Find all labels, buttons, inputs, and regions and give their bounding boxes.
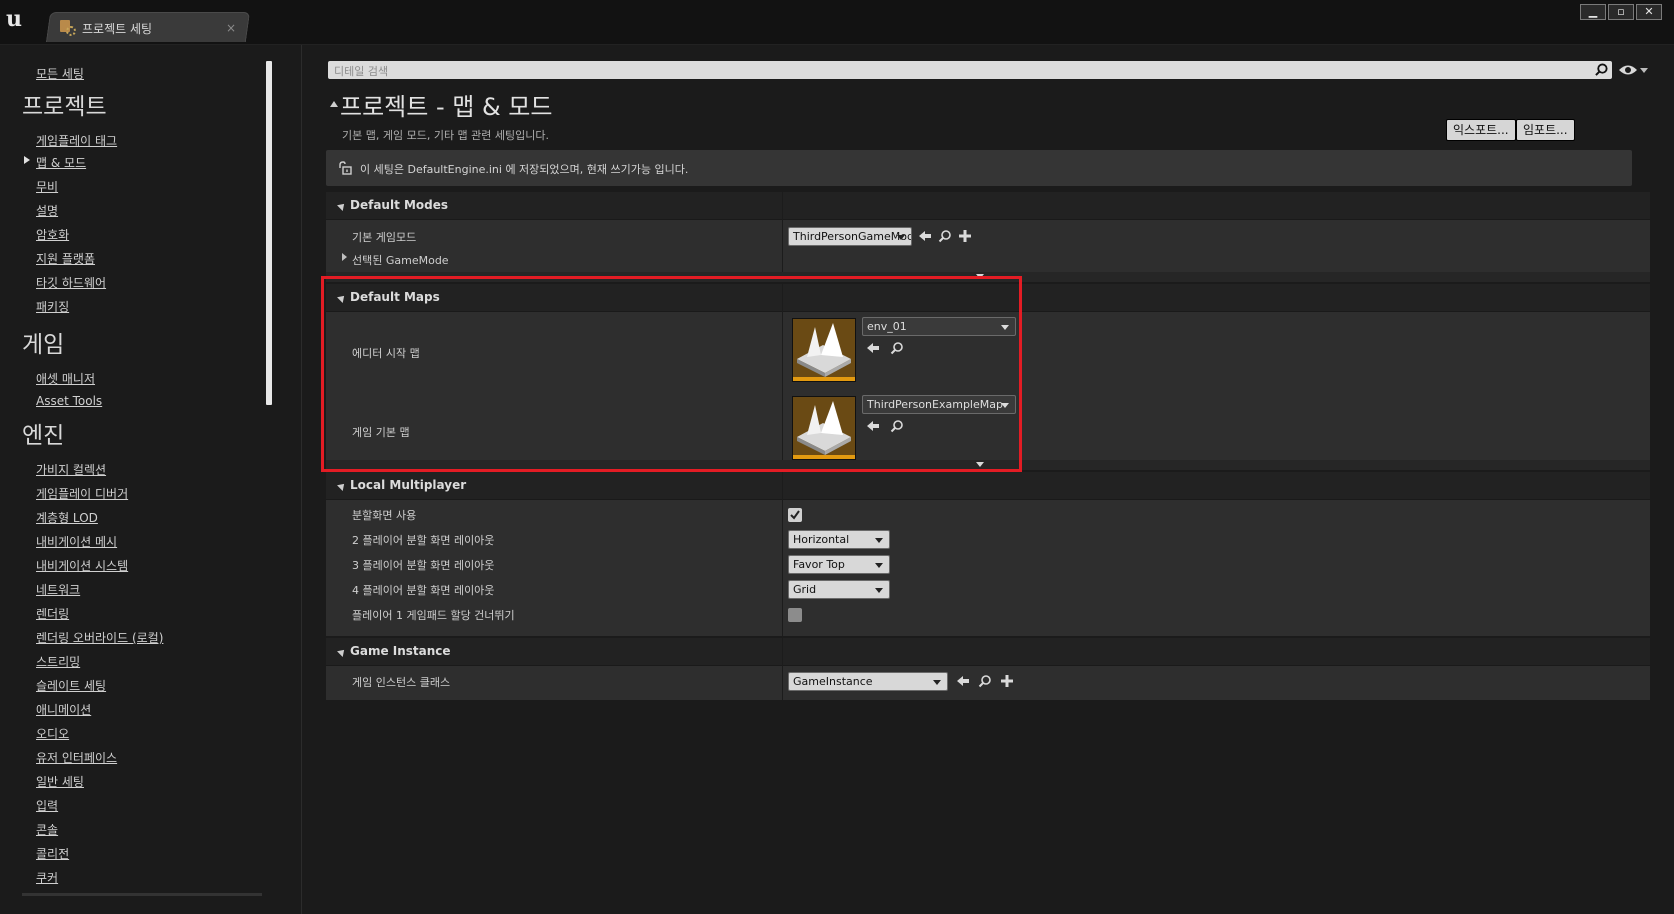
sidebar-item-navigation-mesh[interactable]: 내비게이션 메시 (36, 533, 117, 550)
sidebar-item-cooker[interactable]: 쿠커 (36, 869, 58, 886)
sidebar-category-game: 게임 (22, 332, 65, 358)
eye-icon[interactable] (1618, 63, 1638, 77)
sidebar-item-supported-platforms[interactable]: 지원 플랫폼 (36, 250, 95, 267)
sidebar-item-movies[interactable]: 무비 (36, 178, 58, 195)
sidebar-item-slate-settings[interactable]: 슬레이트 세팅 (36, 677, 106, 694)
skip-gamepad-checkbox[interactable] (788, 608, 802, 622)
view-options-chevron-down-icon[interactable] (1640, 68, 1648, 73)
section-game-instance: Game Instance 게임 인스턴스 클래스 GameInstance (326, 638, 1650, 700)
search-placeholder: 디테일 검색 (334, 65, 389, 78)
tab-project-settings[interactable]: 프로젝트 세팅 × (56, 14, 242, 42)
config-info-bar: 이 세팅은 DefaultEngine.ini 에 저장되었으며, 현재 쓰기가… (326, 150, 1632, 186)
collapse-arrow-icon[interactable] (337, 481, 347, 491)
section-header[interactable]: Default Modes (326, 192, 1650, 220)
sidebar-item-asset-tools[interactable]: Asset Tools (36, 394, 102, 408)
section-local-multiplayer: Local Multiplayer 분할화면 사용 2 플레이어 분할 화면 레… (326, 472, 1650, 636)
sidebar-item-navigation-system[interactable]: 내비게이션 시스템 (36, 557, 128, 574)
sidebar-item-target-hardware[interactable]: 타깃 하드웨어 (36, 274, 106, 291)
sidebar-item-asset-manager[interactable]: 애셋 매니저 (36, 370, 95, 387)
maximize-button[interactable]: ▫ (1608, 4, 1634, 20)
two-player-layout-label: 2 플레이어 분할 화면 레이아웃 (352, 534, 495, 547)
browse-search-icon[interactable] (978, 674, 992, 688)
sidebar-item-gameplay-debugger[interactable]: 게임플레이 디버거 (36, 485, 128, 502)
section-default-modes: Default Modes 기본 게임모드 ThirdPersonGameMod… (326, 192, 1650, 282)
sidebar-item-description[interactable]: 설명 (36, 202, 58, 219)
column-divider[interactable] (782, 472, 783, 636)
collapse-arrow-icon[interactable] (337, 647, 347, 657)
sidebar-item-rendering[interactable]: 렌더링 (36, 605, 69, 622)
sidebar-item-input[interactable]: 입력 (36, 797, 58, 814)
settings-frame: 모든 세팅 프로젝트 게임플레이 태그 맵 & 모드 무비 설명 암호화 지원 … (0, 44, 1674, 914)
default-gamemode-select[interactable]: ThirdPersonGameMode (788, 227, 912, 246)
section-title: Game Instance (350, 644, 451, 658)
three-player-layout-select[interactable]: Favor Top (788, 555, 890, 574)
settings-document-icon (60, 20, 76, 36)
sidebar-item-packaging[interactable]: 패키징 (36, 298, 69, 315)
sidebar-item-gameplay-tags[interactable]: 게임플레이 태그 (36, 132, 117, 149)
sidebar-item-animation[interactable]: 애니메이션 (36, 701, 91, 718)
sidebar-item-garbage-collection[interactable]: 가비지 컬렉션 (36, 461, 106, 478)
two-player-layout-select[interactable]: Horizontal (788, 530, 890, 549)
sidebar-item-audio[interactable]: 오디오 (36, 725, 69, 742)
unlocked-icon (339, 161, 352, 175)
four-player-layout-label: 4 플레이어 분할 화면 레이아웃 (352, 584, 495, 597)
add-plus-icon[interactable] (958, 229, 972, 243)
sidebar-scrollbar[interactable] (266, 61, 272, 405)
tab-label: 프로젝트 세팅 (82, 21, 153, 36)
add-plus-icon[interactable] (1000, 674, 1014, 688)
sidebar-item-collision[interactable]: 콜리전 (36, 845, 69, 862)
game-instance-class-select[interactable]: GameInstance (788, 672, 948, 691)
sidebar-category-engine: 엔진 (22, 423, 65, 449)
selected-gamemode-label: 선택된 GameMode (352, 254, 449, 267)
title-bar: u 프로젝트 세팅 × ▁ ▫ ✕ (0, 0, 1674, 44)
sidebar-item-rendering-overrides[interactable]: 렌더링 오버라이드 (로컬) (36, 629, 163, 646)
checkmark-icon (790, 510, 800, 520)
minimize-button[interactable]: ▁ (1580, 4, 1606, 20)
export-button[interactable]: 익스포트... (1446, 119, 1516, 141)
config-info-text: 이 세팅은 DefaultEngine.ini 에 저장되었으며, 현재 쓰기가… (360, 163, 689, 176)
search-icon[interactable] (1595, 63, 1608, 76)
sidebar-category-project: 프로젝트 (22, 94, 107, 120)
use-selected-arrow-icon[interactable] (918, 229, 932, 243)
selected-arrow-icon (24, 156, 30, 164)
sidebar-item-encryption[interactable]: 암호화 (36, 226, 69, 243)
splitscreen-checkbox[interactable] (788, 508, 802, 522)
section-header[interactable]: Local Multiplayer (326, 472, 1650, 500)
browse-search-icon[interactable] (938, 229, 952, 243)
sidebar: 모든 세팅 프로젝트 게임플레이 태그 맵 & 모드 무비 설명 암호화 지원 … (0, 45, 280, 914)
page-title: 프로젝트 - 맵 & 모드 (340, 93, 553, 121)
column-divider[interactable] (782, 638, 783, 700)
tab-close-icon[interactable]: × (226, 21, 236, 35)
column-divider[interactable] (782, 192, 783, 282)
section-title: Local Multiplayer (350, 478, 467, 492)
sidebar-bottom-divider (22, 893, 262, 896)
skip-gamepad-label: 플레이어 1 게임패드 할당 건너뛰기 (352, 609, 515, 622)
collapse-arrow-icon[interactable] (337, 201, 347, 211)
section-header[interactable]: Game Instance (326, 638, 1650, 666)
sidebar-item-maps-modes[interactable]: 맵 & 모드 (36, 154, 86, 171)
sidebar-item-hlod[interactable]: 계층형 LOD (36, 509, 98, 526)
game-instance-class-label: 게임 인스턴스 클래스 (352, 676, 451, 689)
sidebar-item-user-interface[interactable]: 유저 인터페이스 (36, 749, 117, 766)
highlight-box (321, 276, 1022, 472)
collapse-arrow-icon[interactable] (330, 101, 338, 107)
sidebar-item-console[interactable]: 콘솔 (36, 821, 58, 838)
sidebar-item-all-settings[interactable]: 모든 세팅 (36, 65, 84, 82)
close-window-button[interactable]: ✕ (1636, 4, 1662, 20)
import-button[interactable]: 임포트... (1516, 119, 1575, 141)
default-gamemode-label: 기본 게임모드 (352, 231, 417, 244)
search-input[interactable]: 디테일 검색 (328, 61, 1612, 79)
three-player-layout-label: 3 플레이어 분할 화면 레이아웃 (352, 559, 495, 572)
four-player-layout-select[interactable]: Grid (788, 580, 890, 599)
splitscreen-label: 분할화면 사용 (352, 509, 417, 522)
sidebar-item-network[interactable]: 네트워크 (36, 581, 80, 598)
expand-arrow-icon[interactable] (342, 253, 347, 261)
sidebar-item-streaming[interactable]: 스트리밍 (36, 653, 80, 670)
panel-divider[interactable] (301, 45, 302, 914)
use-selected-arrow-icon[interactable] (956, 674, 970, 688)
unreal-logo-icon: u (6, 6, 22, 32)
page-description: 기본 맵, 게임 모드, 기타 맵 관련 세팅입니다. (342, 129, 550, 142)
section-title: Default Modes (350, 198, 449, 212)
sidebar-item-general-settings[interactable]: 일반 세팅 (36, 773, 84, 790)
